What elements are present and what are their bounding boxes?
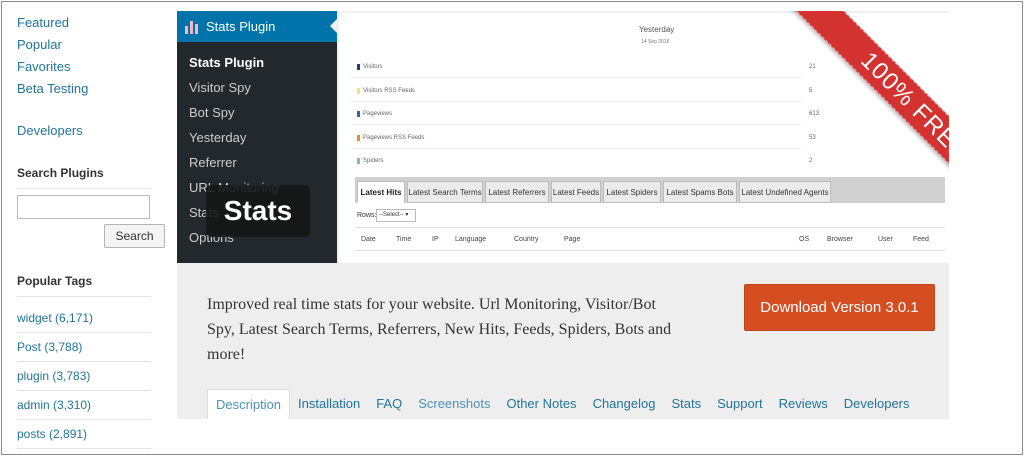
- legend-swatch: [357, 111, 360, 117]
- download-button[interactable]: Download Version 3.0.1: [744, 284, 935, 331]
- tab-support[interactable]: Support: [709, 389, 771, 419]
- stat-row: Visitors: [357, 64, 383, 70]
- tag-link-admin[interactable]: admin (3,310): [17, 391, 151, 420]
- yesterday-title: Yesterday: [639, 25, 675, 34]
- banner-menu-item: Referrer: [189, 155, 237, 170]
- banner-tab-latest-search-terms: Latest Search Terms: [407, 181, 483, 203]
- column-header: OS: [799, 236, 810, 243]
- sidebar-link-developers[interactable]: Developers: [17, 120, 83, 142]
- search-plugins-heading: Search Plugins: [17, 166, 151, 189]
- stat-label: Pageviews RSS Feeds: [363, 135, 425, 141]
- column-header: Date: [361, 236, 376, 243]
- banner-tab-latest-feeds: Latest Feeds: [551, 181, 601, 203]
- plugin-banner: Stats Plugin Stats Plugin Visitor Spy Bo…: [177, 11, 949, 263]
- banner-tab-latest-undefined-agents: Latest Undefined Agents: [739, 181, 831, 203]
- tab-installation[interactable]: Installation: [290, 389, 368, 419]
- stat-value: 53: [809, 135, 816, 141]
- tab-description[interactable]: Description: [207, 389, 291, 419]
- tab-stats[interactable]: Stats: [663, 389, 709, 419]
- tab-changelog[interactable]: Changelog: [585, 389, 664, 419]
- tag-link-post[interactable]: Post (3,788): [17, 333, 151, 362]
- sidebar-link-beta-testing[interactable]: Beta Testing: [17, 78, 88, 100]
- sidebar-link-popular[interactable]: Popular: [17, 34, 88, 56]
- sidebar-top-links: Featured Popular Favorites Beta Testing: [17, 12, 88, 100]
- rows-select-value: --Select--: [379, 212, 404, 218]
- sidebar-link-featured[interactable]: Featured: [17, 12, 88, 34]
- search-plugins-input[interactable]: [17, 195, 150, 219]
- plugin-description: Improved real time stats for your websit…: [207, 296, 672, 363]
- bar-chart-icon: [185, 20, 198, 34]
- stat-label: Pageviews: [363, 111, 393, 117]
- column-header: User: [878, 236, 893, 243]
- column-header: IP: [432, 236, 439, 243]
- banner-tabs-bar: Latest Hits Latest Search Terms Latest R…: [355, 177, 945, 203]
- stat-row: Spiders: [357, 158, 383, 164]
- banner-menu-item: Visitor Spy: [189, 80, 251, 95]
- stat-label: Visitors RSS Feeds: [363, 88, 415, 94]
- tag-link-posts[interactable]: posts (2,891): [17, 420, 151, 449]
- tab-screenshots[interactable]: Screenshots: [410, 389, 498, 419]
- column-header: Time: [396, 236, 412, 243]
- stat-value: 5: [809, 88, 813, 94]
- stat-value: 21: [809, 64, 816, 70]
- tab-faq[interactable]: FAQ: [368, 389, 410, 419]
- stat-row: Pageviews RSS Feeds: [357, 135, 424, 141]
- banner-menu-item: Yesterday: [189, 130, 247, 145]
- legend-swatch: [357, 135, 360, 141]
- legend-swatch: [357, 88, 360, 94]
- banner-tab-latest-spiders: Latest Spiders: [603, 181, 661, 203]
- popular-tags-list: widget (6,171) Post (3,788) plugin (3,78…: [17, 304, 151, 449]
- search-button[interactable]: Search: [104, 224, 165, 248]
- plugin-info: Improved real time stats for your websit…: [177, 263, 949, 419]
- page-frame: Featured Popular Favorites Beta Testing …: [1, 1, 1023, 455]
- column-header: Page: [564, 236, 581, 243]
- stats-badge: Stats: [206, 185, 310, 237]
- banner-tab-latest-hits: Latest Hits: [357, 181, 405, 203]
- column-header: Country: [514, 236, 539, 243]
- tab-developers[interactable]: Developers: [836, 389, 918, 419]
- tag-link-plugin[interactable]: plugin (3,783): [17, 362, 151, 391]
- banner-tab-latest-spams-bots: Latest Spams Bots: [663, 181, 737, 203]
- legend-swatch: [357, 158, 360, 164]
- popular-tags-heading: Popular Tags: [17, 274, 151, 297]
- tag-link-widget[interactable]: widget (6,171): [17, 304, 151, 333]
- column-header: Feed: [913, 236, 929, 243]
- column-header: Browser: [827, 236, 853, 243]
- plugin-tabs: Description Installation FAQ Screenshots…: [207, 389, 918, 419]
- rows-label: Rows:: [357, 212, 377, 219]
- tab-reviews[interactable]: Reviews: [771, 389, 836, 419]
- banner-menu-header-label: Stats Plugin: [206, 19, 276, 34]
- stat-row: Visitors RSS Feeds: [357, 88, 415, 94]
- stat-row: Pageviews: [357, 111, 392, 117]
- sidebar-link-favorites[interactable]: Favorites: [17, 56, 88, 78]
- tab-other-notes[interactable]: Other Notes: [498, 389, 584, 419]
- yesterday-date: 14 Sep 2016: [641, 39, 670, 45]
- stat-label: Visitors: [363, 64, 383, 70]
- stat-value: 2: [809, 158, 813, 164]
- banner-menu-item: Stats Plugin: [189, 55, 265, 70]
- stat-value: 613: [809, 111, 820, 117]
- banner-menu-header: Stats Plugin: [177, 11, 337, 42]
- rows-select: --Select-- ▾: [376, 209, 416, 222]
- banner-menu-item: Bot Spy: [189, 105, 235, 120]
- stat-label: Spiders: [363, 158, 384, 164]
- legend-swatch: [357, 64, 360, 70]
- column-header: Language: [455, 236, 487, 243]
- banner-tab-latest-referrers: Latest Referrers: [485, 181, 549, 203]
